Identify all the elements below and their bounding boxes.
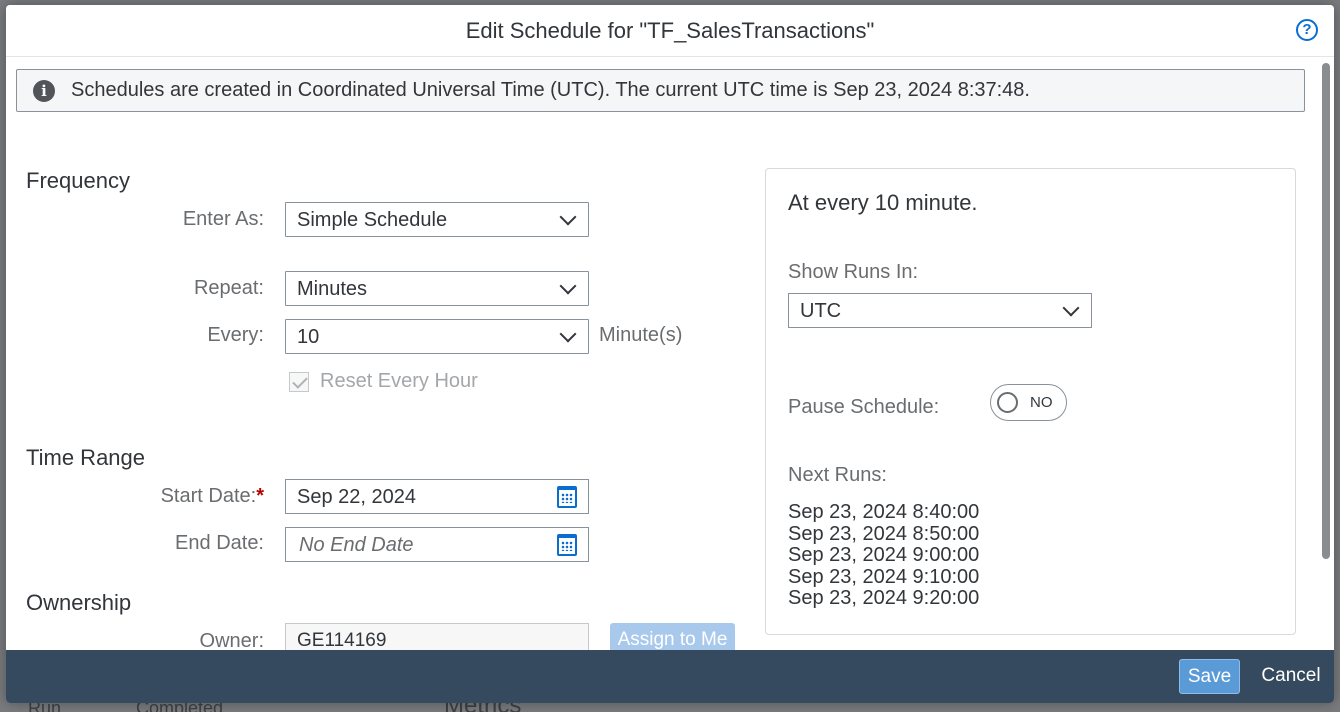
next-run-item: Sep 23, 2024 9:10:00 [788, 565, 980, 588]
frequency-section-title: Frequency [26, 168, 130, 193]
enter-as-label: Enter As: [182, 208, 264, 230]
reset-every-hour-checkbox[interactable] [289, 372, 309, 392]
info-message-text: Schedules are created in Coordinated Uni… [71, 79, 1030, 101]
next-run-item: Sep 23, 2024 9:20:00 [788, 587, 980, 609]
enter-as-value: Simple Schedule [297, 209, 448, 231]
enter-as-select[interactable]: Simple Schedule [285, 202, 589, 237]
show-runs-label: Show Runs In: [788, 261, 919, 283]
vertical-scrollbar[interactable] [1322, 63, 1330, 559]
chevron-down-icon [1063, 303, 1077, 317]
end-date-input[interactable]: No End Date [285, 527, 589, 562]
every-select[interactable]: 10 [285, 319, 589, 354]
reset-every-hour-label: Reset Every Hour [320, 370, 478, 392]
every-value: 10 [297, 326, 320, 348]
chevron-down-icon [560, 281, 574, 295]
toggle-state-text: NO [1030, 394, 1053, 411]
start-date-value: Sep 22, 2024 [297, 486, 416, 508]
next-runs-label: Next Runs: [788, 464, 887, 486]
start-date-label-text: Start Date: [160, 485, 257, 507]
chevron-down-icon [560, 212, 574, 226]
end-date-placeholder: No End Date [299, 534, 414, 556]
end-date-label: End Date: [175, 532, 264, 554]
dialog-header: Edit Schedule for "TF_SalesTransactions"… [6, 5, 1334, 57]
show-runs-value: UTC [800, 300, 842, 322]
every-unit-label: Minute(s) [599, 324, 683, 346]
calendar-icon[interactable] [557, 534, 577, 556]
dialog-footer: Save Cancel [6, 650, 1334, 703]
save-button[interactable]: Save [1179, 659, 1240, 694]
chevron-down-icon [560, 329, 574, 343]
schedule-summary-panel: At every 10 minute. Show Runs In: UTC Pa… [765, 168, 1296, 635]
assign-to-me-button[interactable]: Assign to Me [610, 623, 735, 650]
start-date-input[interactable]: Sep 22, 2024 [285, 479, 589, 514]
info-message-strip: i Schedules are created in Coordinated U… [16, 69, 1305, 112]
schedule-summary-title: At every 10 minute. [788, 190, 978, 215]
help-icon[interactable]: ? [1296, 19, 1318, 41]
next-run-item: Sep 23, 2024 8:40:00 [788, 501, 980, 523]
dialog-title: Edit Schedule for "TF_SalesTransactions" [465, 18, 875, 43]
start-date-label: Start Date:* [6, 485, 264, 508]
dialog-content: i Schedules are created in Coordinated U… [6, 57, 1334, 650]
next-runs-list: Sep 23, 2024 8:40:00 Sep 23, 2024 8:50:0… [788, 501, 980, 610]
cancel-button[interactable]: Cancel [1256, 659, 1326, 694]
owner-input[interactable]: GE114169 [285, 623, 589, 650]
owner-value: GE114169 [297, 630, 387, 650]
calendar-icon[interactable] [557, 486, 577, 508]
pause-schedule-toggle[interactable]: NO [990, 384, 1067, 421]
next-run-item: Sep 23, 2024 8:50:00 [788, 522, 980, 545]
edit-schedule-dialog: Edit Schedule for "TF_SalesTransactions"… [6, 5, 1334, 703]
repeat-select[interactable]: Minutes [285, 271, 589, 306]
next-run-item: Sep 23, 2024 9:00:00 [788, 544, 980, 566]
pause-schedule-label: Pause Schedule: [788, 396, 940, 418]
ownership-section-title: Ownership [26, 590, 132, 615]
repeat-value: Minutes [297, 278, 368, 300]
required-marker: * [256, 485, 264, 507]
info-icon: i [33, 80, 55, 102]
repeat-label: Repeat: [193, 277, 264, 299]
owner-label: Owner: [199, 630, 264, 650]
toggle-knob [997, 392, 1018, 413]
show-runs-select[interactable]: UTC [788, 293, 1092, 328]
time-range-section-title: Time Range [26, 445, 146, 470]
every-label: Every: [207, 324, 264, 346]
